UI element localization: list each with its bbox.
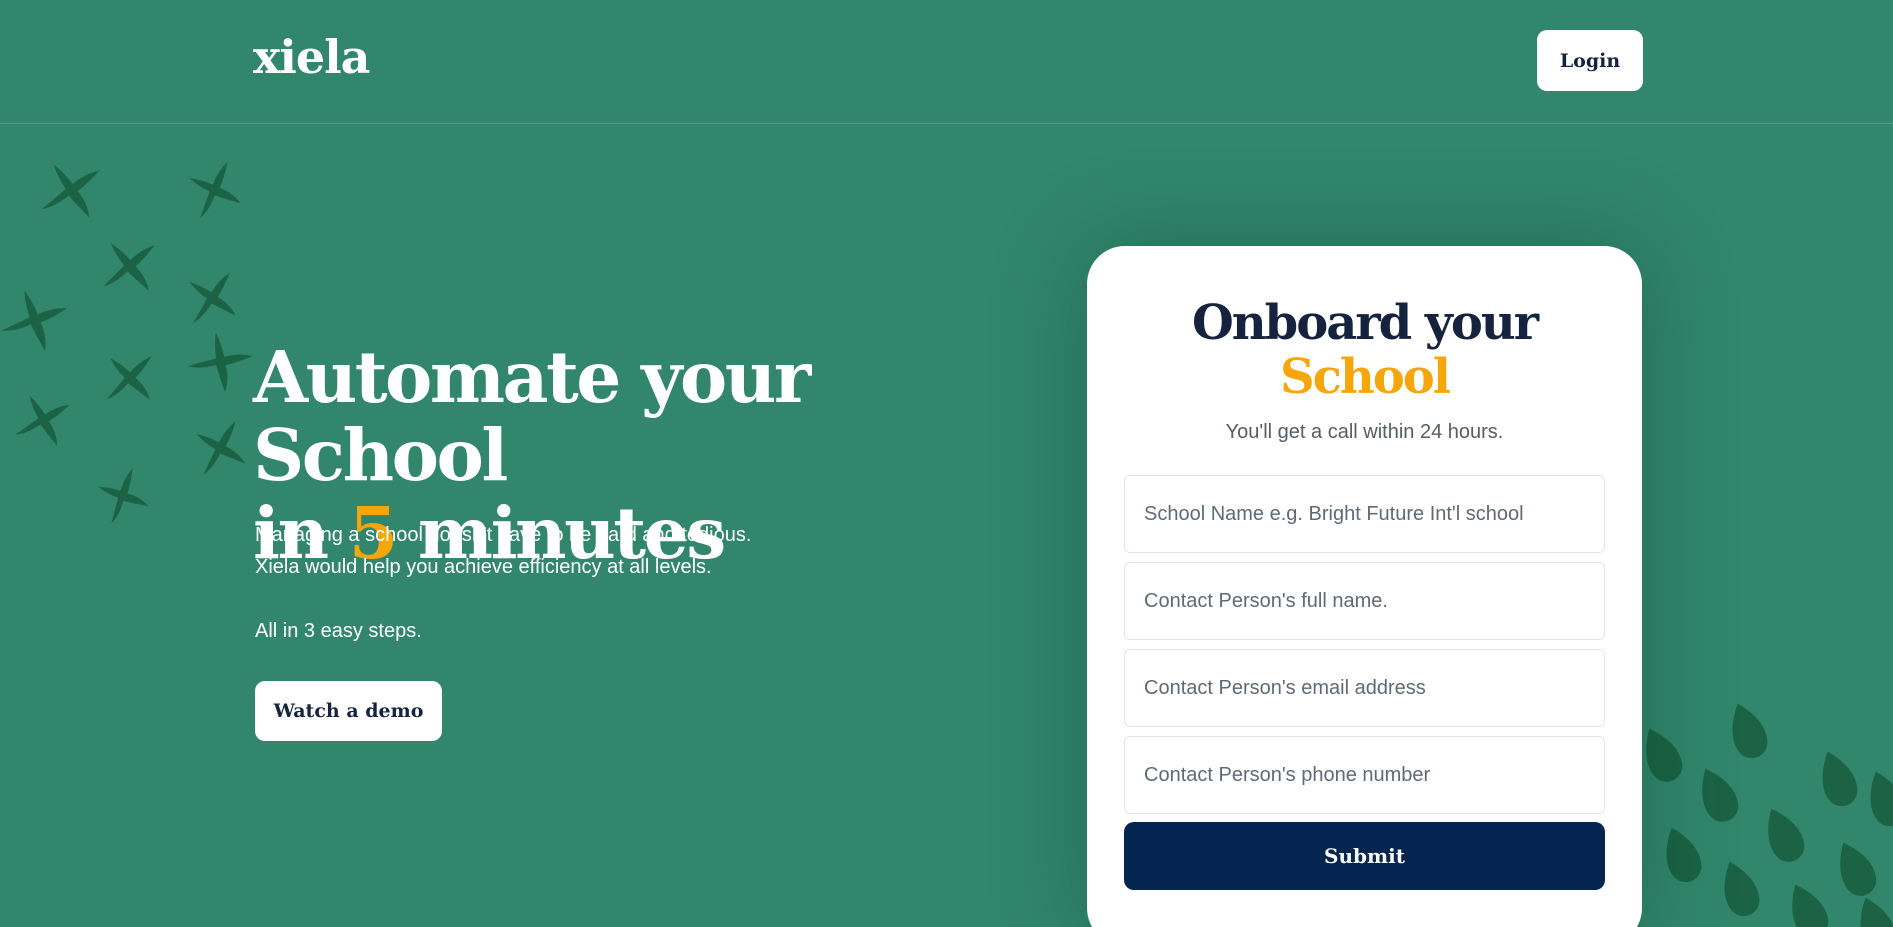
school-name-input[interactable] — [1124, 475, 1605, 553]
leaf-pattern-icon — [1634, 698, 1893, 927]
onboarding-form-card: Onboard your School You'll get a call wi… — [1087, 246, 1642, 927]
hero-steps-text: All in 3 easy steps. — [255, 620, 422, 642]
hero-description: Managing a school doesn't have to be har… — [255, 519, 875, 583]
hero-description-line2: Xiela would help you achieve efficiency … — [255, 556, 712, 578]
form-title-line1: Onboard your — [1191, 295, 1539, 351]
cross-pattern-icon — [1, 161, 253, 524]
contact-email-input[interactable] — [1124, 649, 1605, 727]
hero-description-line1: Managing a school doesn't have to be har… — [255, 524, 752, 546]
form-title: Onboard your School — [1087, 296, 1642, 404]
watch-demo-button[interactable]: Watch a demo — [255, 681, 442, 741]
submit-button[interactable]: Submit — [1124, 822, 1605, 890]
landing-page: xiela Login Automate your School in 5 mi… — [0, 0, 1893, 927]
form-subtitle: You'll get a call within 24 hours. — [1225, 421, 1504, 443]
login-button[interactable]: Login — [1537, 30, 1643, 91]
xiela-logo[interactable]: xiela — [253, 30, 370, 84]
form-title-line2: School — [1279, 349, 1451, 405]
contact-phone-input[interactable] — [1124, 736, 1605, 814]
hero-title-line1: Automate your School — [253, 335, 811, 497]
top-navbar: xiela Login — [0, 0, 1893, 124]
contact-name-input[interactable] — [1124, 562, 1605, 640]
